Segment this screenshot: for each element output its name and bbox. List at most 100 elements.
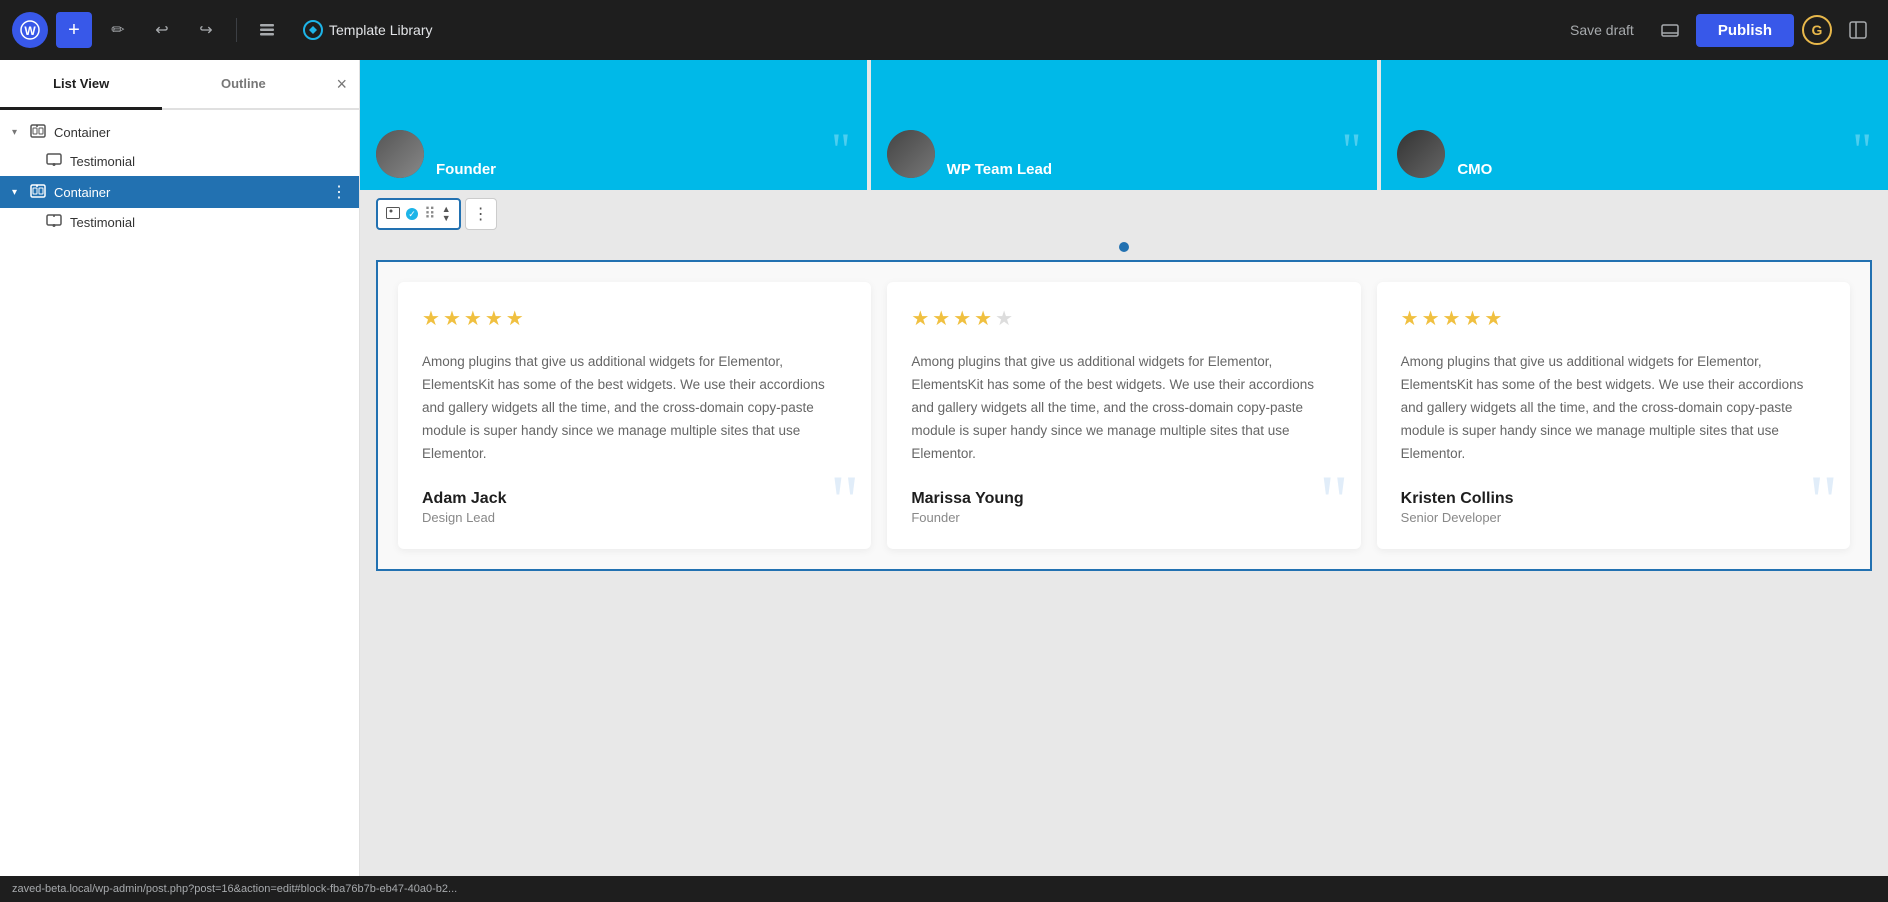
widget-badge: ✓ [406, 208, 418, 220]
chevron-icon: ▾ [12, 187, 24, 198]
grid-icon: ⠿ [424, 204, 436, 224]
template-library-button[interactable]: Template Library [293, 14, 443, 46]
testimonial-icon [46, 214, 62, 231]
star-4: ★ [974, 306, 992, 331]
star-3: ★ [1443, 306, 1461, 331]
star-3: ★ [464, 306, 482, 331]
tab-list-view[interactable]: List View [0, 60, 162, 110]
quote-bg-3: " [1809, 465, 1838, 537]
edit-icon-button[interactable]: ✏ [100, 12, 136, 48]
testimonial-role-2: Founder [911, 510, 1336, 525]
testimonial-text-3: Among plugins that give us additional wi… [1401, 351, 1826, 466]
panel-toggle-button[interactable] [1840, 12, 1876, 48]
list-view-button[interactable] [249, 12, 285, 48]
sidebar: List View Outline × ▾ Container [0, 60, 360, 902]
sidebar-close-button[interactable]: × [325, 60, 360, 108]
item-menu-icon[interactable]: ⋮ [331, 182, 347, 202]
star-1: ★ [911, 306, 929, 331]
tree-label: Testimonial [70, 215, 135, 230]
tree-item-testimonial-2[interactable]: Testimonial [0, 208, 359, 237]
person-role-2: WP Team Lead [947, 161, 1052, 178]
container-icon [30, 184, 46, 201]
toolbar-widget[interactable]: ✓ ⠿ ▲ ▼ [376, 198, 461, 230]
publish-button[interactable]: Publish [1696, 14, 1794, 47]
container-icon [30, 124, 46, 141]
active-dot [1119, 242, 1129, 252]
template-library-label: Template Library [329, 22, 433, 38]
avatar-1 [376, 130, 424, 178]
quote-mark-2: " [1342, 123, 1362, 178]
stars-2: ★ ★ ★ ★ ★ [911, 306, 1336, 331]
status-bar: zaved-beta.local/wp-admin/post.php?post=… [0, 876, 1888, 902]
testimonial-role-1: Design Lead [422, 510, 847, 525]
quote-bg-1: " [830, 465, 859, 537]
quote-mark-1: " [831, 123, 851, 178]
quote-mark-3: " [1852, 123, 1872, 178]
wp-logo-icon[interactable]: W [12, 12, 48, 48]
up-down-controls[interactable]: ▲ ▼ [442, 205, 451, 223]
avatar-3 [1397, 130, 1445, 178]
tree-label: Testimonial [70, 154, 135, 169]
top-cards-row: Founder " WP Team Lead " [360, 60, 1888, 190]
testimonial-card-3: ★ ★ ★ ★ ★ Among plugins that give us add… [1377, 282, 1850, 549]
star-5: ★ [506, 306, 524, 331]
testimonial-card-2: ★ ★ ★ ★ ★ Among plugins that give us add… [887, 282, 1360, 549]
testimonial-section: ★ ★ ★ ★ ★ Among plugins that give us add… [376, 260, 1872, 571]
canvas: Founder " WP Team Lead " [360, 60, 1888, 571]
testimonial-text-1: Among plugins that give us additional wi… [422, 351, 847, 466]
person-info-1: Founder [436, 161, 496, 178]
main-layout: List View Outline × ▾ Container [0, 60, 1888, 902]
star-5-empty: ★ [995, 306, 1013, 331]
responsive-preview-button[interactable] [1652, 12, 1688, 48]
person-info-3: CMO [1457, 161, 1492, 178]
testimonial-icon [46, 153, 62, 170]
add-element-button[interactable]: + [56, 12, 92, 48]
star-2: ★ [932, 306, 950, 331]
star-3: ★ [953, 306, 971, 331]
tree-item-testimonial-1[interactable]: Testimonial [0, 147, 359, 176]
star-2: ★ [1422, 306, 1440, 331]
testimonial-role-3: Senior Developer [1401, 510, 1826, 525]
person-role-3: CMO [1457, 161, 1492, 178]
toolbar-more-button[interactable]: ⋮ [465, 198, 497, 230]
star-1: ★ [1401, 306, 1419, 331]
tree-item-container-1[interactable]: ▾ Container [0, 118, 359, 147]
widget-icon [386, 207, 400, 222]
undo-button[interactable]: ↩ [144, 12, 180, 48]
topbar-separator [236, 18, 237, 42]
person-card-1: Founder " [360, 60, 867, 190]
person-card-3: CMO " [1377, 60, 1888, 190]
pagination-dots [360, 238, 1888, 260]
star-5: ★ [1484, 306, 1502, 331]
testimonial-author-2: Marissa Young [911, 490, 1336, 508]
tab-outline[interactable]: Outline [162, 60, 324, 110]
stars-3: ★ ★ ★ ★ ★ [1401, 306, 1826, 331]
g-update-icon[interactable]: G [1802, 15, 1832, 45]
svg-text:W: W [24, 24, 36, 38]
tree-label: Container [54, 185, 110, 200]
tree-label: Container [54, 125, 110, 140]
star-4: ★ [485, 306, 503, 331]
star-2: ★ [443, 306, 461, 331]
toolbar-row: ✓ ⠿ ▲ ▼ ⋮ [360, 190, 1888, 238]
sidebar-tree: ▾ Container [0, 110, 359, 902]
avatar-2 [887, 130, 935, 178]
person-info-2: WP Team Lead [947, 161, 1052, 178]
star-1: ★ [422, 306, 440, 331]
topbar-right: Save draft Publish G [1560, 12, 1876, 48]
redo-button[interactable]: ↪ [188, 12, 224, 48]
testimonial-text-2: Among plugins that give us additional wi… [911, 351, 1336, 466]
testimonial-author-1: Adam Jack [422, 490, 847, 508]
status-url: zaved-beta.local/wp-admin/post.php?post=… [12, 883, 457, 895]
save-draft-button[interactable]: Save draft [1560, 16, 1644, 44]
person-card-2: WP Team Lead " [867, 60, 1378, 190]
testimonial-card-1: ★ ★ ★ ★ ★ Among plugins that give us add… [398, 282, 871, 549]
tree-item-container-2[interactable]: ▾ Container ⋮ [0, 176, 359, 208]
content-area[interactable]: Founder " WP Team Lead " [360, 60, 1888, 902]
star-4: ★ [1463, 306, 1481, 331]
stars-1: ★ ★ ★ ★ ★ [422, 306, 847, 331]
testimonial-author-3: Kristen Collins [1401, 490, 1826, 508]
chevron-icon: ▾ [12, 127, 24, 138]
sidebar-header: List View Outline × [0, 60, 359, 110]
person-role-1: Founder [436, 161, 496, 178]
